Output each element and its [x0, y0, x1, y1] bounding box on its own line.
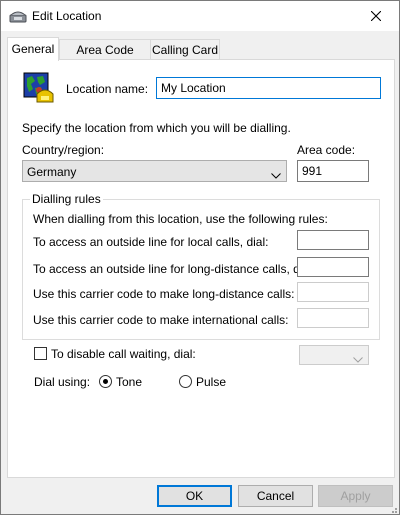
tab-general[interactable]: General	[7, 37, 59, 61]
long-distance-field[interactable]	[297, 257, 369, 277]
chevron-down-icon	[271, 167, 281, 183]
dial-using-label: Dial using:	[34, 375, 91, 389]
tab-calling-card[interactable]: Calling Card	[150, 39, 220, 60]
local-calls-field[interactable]	[297, 230, 369, 250]
pulse-radio[interactable]	[179, 375, 192, 388]
general-tab-panel: Location name: My Location Specify the l…	[7, 59, 395, 478]
ok-button[interactable]: OK	[157, 485, 232, 507]
local-calls-label: To access an outside line for local call…	[33, 235, 269, 249]
chevron-down-icon	[353, 351, 363, 367]
tone-radio[interactable]	[99, 375, 112, 388]
carrier-international-label: Use this carrier code to make internatio…	[33, 313, 289, 327]
tone-label: Tone	[116, 375, 143, 389]
resize-grip-icon[interactable]	[388, 503, 398, 513]
close-icon	[371, 11, 381, 21]
close-button[interactable]	[353, 1, 399, 31]
apply-button[interactable]: Apply	[318, 485, 393, 507]
country-region-label: Country/region:	[22, 143, 105, 157]
long-distance-label: To access an outside line for long-dista…	[33, 262, 316, 276]
dialling-rules-title: Dialling rules	[30, 192, 103, 206]
area-code-field[interactable]: 991	[297, 160, 369, 182]
call-waiting-select[interactable]	[299, 345, 369, 365]
window-title: Edit Location	[32, 9, 102, 23]
pulse-label: Pulse	[196, 375, 227, 389]
call-waiting-checkbox[interactable]	[34, 347, 47, 360]
location-name-label: Location name:	[66, 82, 149, 96]
location-phone-icon	[23, 72, 55, 104]
cancel-button[interactable]: Cancel	[238, 485, 313, 507]
area-code-label: Area code:	[297, 143, 356, 157]
country-region-select[interactable]: Germany	[22, 160, 287, 182]
carrier-long-distance-label: Use this carrier code to make long-dista…	[33, 287, 295, 301]
radio-selected-dot	[103, 379, 108, 384]
location-name-field[interactable]: My Location	[156, 77, 381, 99]
telephone-icon	[9, 9, 27, 23]
specify-location-text: Specify the location from which you will…	[22, 121, 291, 135]
tab-calling-card-label: Calling Card	[151, 43, 219, 57]
call-waiting-label: To disable call waiting, dial:	[51, 347, 196, 361]
dialling-rules-intro: When dialling from this location, use th…	[33, 212, 328, 226]
title-bar[interactable]: Edit Location	[1, 1, 399, 31]
tab-area-code-rules[interactable]: Area Code Rules	[59, 39, 151, 77]
carrier-international-field[interactable]	[297, 308, 369, 328]
tab-general-label: General	[11, 42, 55, 56]
edit-location-window: Edit Location General Area Code Rules Ca…	[0, 0, 400, 515]
country-region-value: Germany	[27, 165, 77, 179]
carrier-long-distance-field[interactable]	[297, 282, 369, 302]
